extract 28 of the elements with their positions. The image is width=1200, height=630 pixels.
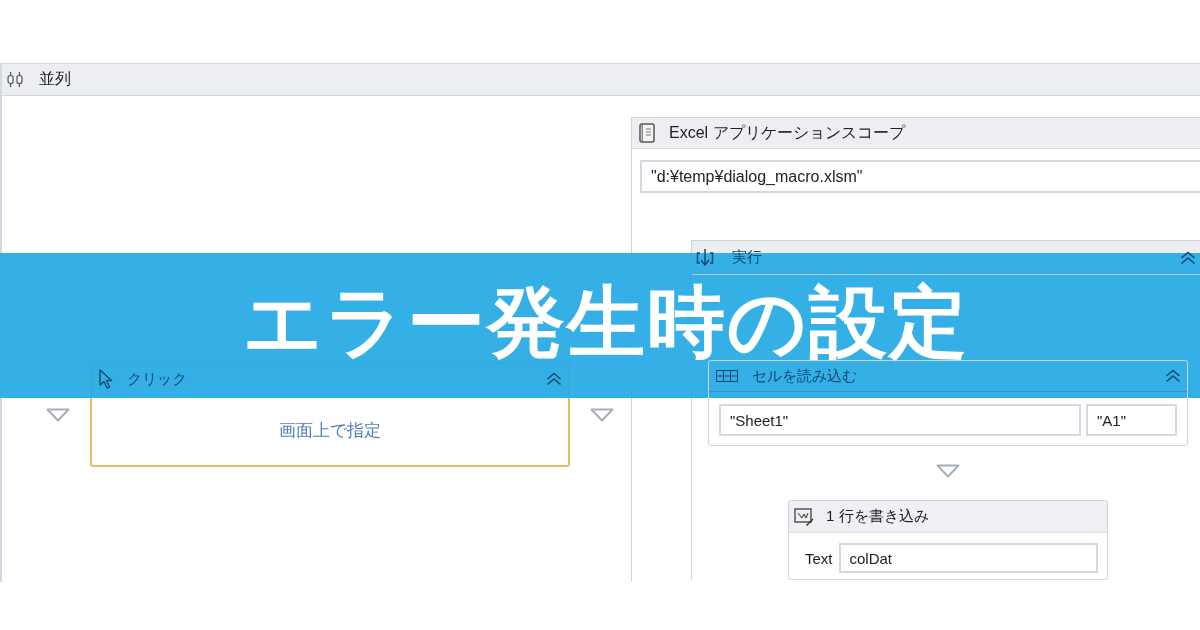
activity-title: 実行 xyxy=(732,248,763,267)
triangle-icon xyxy=(46,407,70,422)
triangle-icon xyxy=(936,463,960,479)
document-icon xyxy=(639,123,655,143)
sequence-header[interactable]: 実行 xyxy=(692,240,1200,275)
field-label: Text xyxy=(805,549,833,567)
target-link[interactable]: 画面上で指定 xyxy=(279,418,381,442)
file-path-field[interactable]: "d:¥temp¥dialog_macro.xlsm" xyxy=(640,160,1200,193)
parallel-icon xyxy=(7,71,23,88)
activity-title: Excel アプリケーションスコープ xyxy=(669,122,905,143)
double-chevron-icon[interactable] xyxy=(546,372,562,386)
double-chevron-icon[interactable] xyxy=(1165,369,1181,383)
activity-title: クリック xyxy=(127,369,188,389)
grid-icon xyxy=(716,370,738,382)
down-arrow-icon xyxy=(696,247,714,268)
parallel-title: 並列 xyxy=(39,69,71,89)
banner-title: エラー発生時の設定 xyxy=(243,282,969,361)
write-line-activity[interactable]: 1 行を書き込み Text colDat xyxy=(788,500,1108,580)
activity-title: 1 行を書き込み xyxy=(826,507,929,526)
excel-scope-header[interactable]: Excel アプリケーションスコープ xyxy=(632,117,1200,149)
text-field[interactable]: colDat xyxy=(838,543,1098,573)
pencil-box-icon xyxy=(794,507,814,526)
activity-title: セルを読み込む xyxy=(752,366,858,386)
cell-field[interactable]: "A1" xyxy=(1086,404,1177,436)
cursor-icon xyxy=(99,369,113,389)
double-chevron-icon[interactable] xyxy=(1180,250,1196,265)
sheet-name-field[interactable]: "Sheet1" xyxy=(719,404,1081,436)
triangle-icon xyxy=(590,407,614,422)
